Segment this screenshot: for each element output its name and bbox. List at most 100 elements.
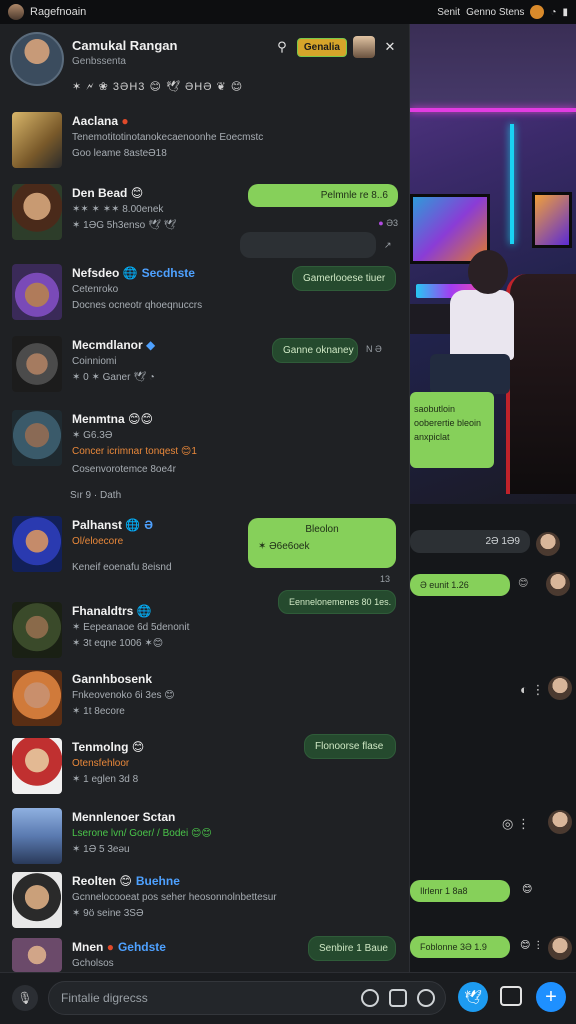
photo-chair [506,274,576,494]
chat-thumbnail [12,872,62,928]
chat-meta: Docnes ocneotr qhoeqnuccrs [72,300,203,311]
chat-thumbnail [12,264,62,320]
message-bubble-1[interactable]: Pelmnle re 8..6 [248,184,398,207]
profile-avatar[interactable] [10,32,64,86]
chat-name: Mecmdlanor ◆ [72,338,156,352]
search-icon[interactable]: ⚲ [273,38,291,56]
bubble-5-line: ✶ Ə6e6oek [258,541,310,552]
chat-meta: ✶ 3t eqne 1006 ✶😊 [72,638,164,649]
chat-preview: Coinniomi [72,356,117,367]
right-message-4[interactable]: Foblonne 3Ə 1.9 [410,936,510,958]
chat-name: Menmtna 😊😊 [72,412,154,426]
chat-item-menmtna[interactable]: Menmtna 😊😊 ✶ G6.3Ə Concer icrimnar tonqe… [0,410,409,490]
chat-preview: Cetenroko [72,284,119,295]
status-text-b: Genno Stens [466,6,525,18]
smile-icon[interactable]: 😊 ⋮ [520,940,543,951]
day-separator: Sır 9 · Dath [70,490,122,501]
chat-preview: ✶ G6.3Ə [72,430,113,441]
reaction-icon[interactable]: ◎ ⋮ [502,816,530,832]
emoji-icon[interactable] [361,989,379,1007]
battery-icon: ▮ [562,6,568,18]
reply-arrow-icon[interactable]: ↗ [384,240,392,251]
bubble-reaction-icon[interactable]: 😊 [518,578,528,589]
chat-meta: ✶ 9ö seine 3SƏ [72,908,144,919]
chat-preview: ✶ Eepeanaoe 6d 5denonit [72,622,190,633]
right-message-1[interactable]: 2Ə 1Ə9 [410,530,530,553]
chat-name: Gannhbosenk [72,672,153,686]
group-badge-button[interactable]: Genalia [296,37,347,57]
right-avatar[interactable] [548,936,572,960]
close-icon[interactable]: ✕ [381,38,399,56]
twitter-share-icon[interactable]: 🕊 [458,982,488,1012]
photo-person-shirt [450,290,514,360]
chat-item-mennlenoer-sctan[interactable]: Mennlenoer Sctan Lserone lvn/ Goer/ / Bo… [0,808,409,870]
right-avatar[interactable] [546,572,570,596]
chat-name: Mennlenoer Sctan [72,810,176,824]
photo-caption-bubble[interactable]: saobutloin ooberertie bleoin anxpiclat [410,392,494,468]
profile-emoji-row: ✶ 🗲 ❀ 3ƏH3 😊 🕊 ƏHƏ ❦ 😊 [72,81,244,93]
chat-item-gannhbosenk[interactable]: Gannhbosenk Fnkeovenoko 6i 3es 😊 ✶ 1t 8e… [0,670,409,732]
chat-thumbnail [12,602,62,658]
input-icons [361,989,435,1007]
message-bubble-3[interactable]: Gamerlooese tiuer [292,266,396,291]
chat-item-aaclana[interactable]: Aaclana ● Tenemotitotinotanokecaenoonhe … [0,112,409,182]
profile-subtitle: Genbssenta [72,56,126,67]
bubble-4-ticks: N Ə [366,344,382,354]
message-bubble-5[interactable]: Bleolon ✶ Ə6e6oek [248,518,396,568]
chat-meta: ✶ 0 ✶ Ganer 🕊 ◔ [72,372,155,383]
chat-thumbnail [12,112,62,168]
media-icon[interactable] [500,986,522,1006]
chat-name: Mnen ● Gehdste [72,940,166,954]
bubble-1-ticks: ● Ə3 [378,218,398,228]
attachment-icon[interactable]: ◐ ⋮ [520,682,544,698]
right-avatar[interactable] [536,532,560,556]
chat-name: Tenmolng 😊 [72,740,145,754]
chat-item-fhanaldtrs[interactable]: Fhanaldtrs 🌐 ✶ Eepeanaoe 6d 5denonit ✶ 3… [0,602,409,664]
chat-meta: ✶ 1Ə 5 3eəu [72,844,130,855]
chat-preview: Tenemotitotinotanokecaenoonhe Eoecmstc [72,132,264,143]
chat-meta: ✶ 1ƏG 5h3enso 🕊 🕊 [72,220,177,231]
chat-thumbnail [12,670,62,726]
status-text-a: Senit [437,6,461,18]
gaming-room-photo[interactable]: saobutloin ooberertie bleoin anxpiclat [410,24,576,504]
photo-person-pants [430,354,510,394]
status-avatar [8,4,24,20]
smile-icon[interactable]: 😊 [522,884,532,895]
chat-preview: Otensfehloor [72,758,130,769]
message-bubble-4[interactable]: Ganne oknaney [272,338,358,363]
right-message-2[interactable]: Ə eunit 1.26 [410,574,510,596]
grey-reply-bubble[interactable] [240,232,376,258]
add-button[interactable]: + [536,982,566,1012]
chat-preview: Gcholsos [72,958,114,969]
message-bubble-7[interactable]: Flonoorse flase [304,734,396,759]
chat-extra: Concer icrimnar tonqest 😊1 [72,446,197,457]
right-avatar[interactable] [548,676,572,700]
chat-preview: Lserone lvn/ Goer/ / Bodei 😊😊 [72,828,212,839]
photo-ceiling [410,24,576,114]
photo-monitor-right [532,192,572,248]
chat-thumbnail [12,808,62,864]
chat-preview: Gcnnelocooeat pos seher heosonnolnbettes… [72,892,277,903]
message-input[interactable]: Fintalie digrecss [48,981,446,1015]
chat-name: Fhanaldtrs 🌐 [72,604,152,618]
attach-icon[interactable] [417,989,435,1007]
message-bubble-9[interactable]: Senbire 1 Baue [308,936,396,961]
bubble-5-ticks: 13 [380,574,391,584]
right-message-3[interactable]: Ilrlenr 1 8a8 [410,880,510,902]
chat-name: Reolten 😊 Buehne [72,874,180,888]
photo-person-head [468,250,508,294]
mini-avatar[interactable] [353,36,375,58]
chat-name: Palhanst 🌐 Ə [72,518,154,532]
mic-icon[interactable]: 🎙 [12,985,38,1011]
status-dot-icon [530,5,545,19]
chat-preview: Ol/eloecore [72,536,124,547]
conversation-area: saobutloin ooberertie bleoin anxpiclat 2… [410,24,576,972]
chat-thumbnail [12,938,62,972]
camera-icon[interactable] [389,989,407,1007]
composer-bar: 🎙 Fintalie digrecss 🕊 + [0,972,576,1024]
right-avatar[interactable] [548,810,572,834]
chat-list-panel: Camukal Rangan Genbssenta ✶ 🗲 ❀ 3ƏH3 😊 🕊… [0,24,410,972]
chat-item-reolten[interactable]: Reolten 😊 Buehne Gcnnelocooeat pos seher … [0,872,409,934]
chat-thumbnail [12,336,62,392]
photo-led-strip [410,108,576,112]
